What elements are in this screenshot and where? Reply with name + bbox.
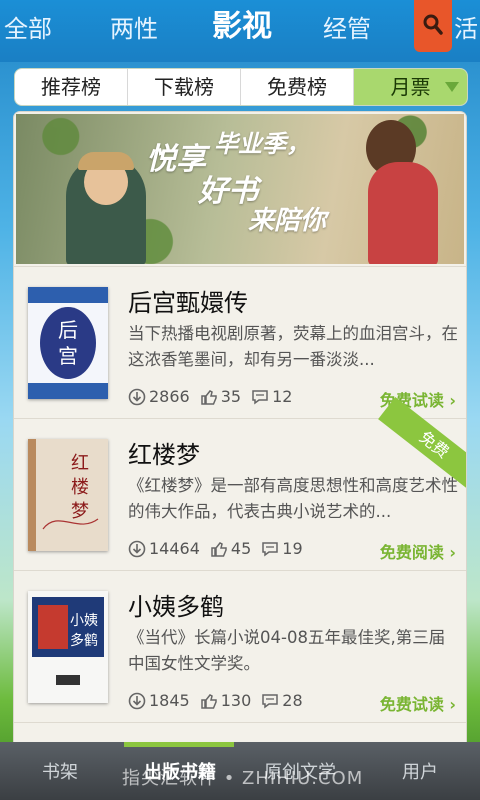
likes-count: 35 bbox=[220, 387, 242, 406]
book-cover-1: 后 宫 bbox=[28, 287, 108, 399]
download-icon bbox=[128, 692, 146, 709]
likes-count: 45 bbox=[230, 539, 252, 558]
watermark-text: 指尖汇软件 • ZHIHIU.COM bbox=[122, 768, 364, 789]
thumbs-up-icon bbox=[200, 693, 217, 709]
tab-business[interactable]: 经管 bbox=[323, 12, 371, 46]
banner-text-4: 来陪你 bbox=[248, 206, 327, 236]
book-item-2[interactable]: 红 楼 梦 免费 红楼梦 《红楼梦》是一部有高度思想性和高度艺术性的伟大作品，代… bbox=[14, 397, 466, 571]
banner-boy-hat bbox=[78, 152, 134, 170]
active-tab-indicator bbox=[124, 742, 234, 747]
svg-text:后: 后 bbox=[58, 318, 78, 342]
downloads-stat: 1845 bbox=[128, 691, 190, 710]
banner-text-1: 悦享 bbox=[146, 142, 206, 177]
comment-icon bbox=[252, 389, 268, 404]
book-title-3: 小姨多鹤 bbox=[128, 593, 224, 621]
comment-icon bbox=[262, 693, 279, 708]
search-button[interactable] bbox=[414, 0, 452, 52]
segment-monthly-ticket-label: 月票 bbox=[390, 75, 431, 99]
tab-bookshelf[interactable]: 书架 bbox=[42, 758, 78, 784]
book-title-1: 后宫甄嬛传 bbox=[128, 289, 248, 317]
dropdown-arrow-icon[interactable] bbox=[445, 82, 459, 92]
likes-stat: 35 bbox=[200, 387, 241, 406]
comments-stat: 28 bbox=[261, 691, 303, 710]
banner-text-2: 毕业季， bbox=[214, 130, 310, 158]
svg-text:小姨: 小姨 bbox=[70, 613, 98, 629]
thumbs-up-icon bbox=[200, 389, 217, 405]
likes-stat: 130 bbox=[200, 691, 252, 710]
likes-stat: 45 bbox=[210, 539, 251, 558]
downloads-count: 14464 bbox=[149, 539, 200, 558]
top-category-nav: 全部 两性 影视 经管 活 bbox=[0, 0, 480, 62]
svg-text:楼: 楼 bbox=[71, 477, 89, 498]
free-read-button[interactable]: 免费阅读 › bbox=[380, 539, 456, 563]
downloads-count: 2866 bbox=[149, 387, 190, 406]
comments-stat: 19 bbox=[261, 539, 303, 558]
book-stats-2: 14464 45 19 bbox=[128, 539, 313, 558]
free-trial-button[interactable]: 免费试读 › bbox=[380, 691, 456, 715]
tab-user[interactable]: 用户 bbox=[402, 758, 438, 784]
book-stats-3: 1845 130 28 bbox=[128, 691, 313, 710]
download-icon bbox=[128, 540, 146, 557]
download-icon bbox=[128, 388, 146, 405]
book-item-3[interactable]: 小姨 多鹤 小姨多鹤 《当代》长篇小说04-08五年最佳奖,第三届中国女性文学奖… bbox=[14, 570, 466, 723]
downloads-count: 1845 bbox=[149, 691, 190, 710]
promo-banner[interactable]: 悦享 毕业季， 好书 来陪你 bbox=[16, 114, 464, 264]
comments-stat: 12 bbox=[251, 387, 292, 406]
ranking-segmented-control: 推荐榜 下载榜 免费榜 月票 bbox=[14, 68, 468, 106]
content-card: 悦享 毕业季， 好书 来陪你 后 宫 后宫甄嬛传 当下热播电视剧原著，荧幕上的血… bbox=[14, 112, 466, 752]
segment-free[interactable]: 免费榜 bbox=[241, 69, 354, 105]
book-stats-1: 2866 35 12 bbox=[128, 387, 302, 406]
book-cover-2: 红 楼 梦 bbox=[28, 439, 108, 551]
tab-gender[interactable]: 两性 bbox=[110, 12, 158, 46]
tab-life-partial[interactable]: 活 bbox=[454, 12, 478, 46]
book-title-2: 红楼梦 bbox=[128, 441, 200, 469]
comment-icon bbox=[262, 541, 279, 556]
downloads-stat: 14464 bbox=[128, 539, 200, 558]
book-cover-3: 小姨 多鹤 bbox=[28, 591, 108, 703]
banner-girl-figure bbox=[368, 162, 438, 264]
book-desc-2: 《红楼梦》是一部有高度思想性和高度艺术性的伟大作品，代表古典小说艺术的... bbox=[128, 476, 458, 521]
svg-text:多鹤: 多鹤 bbox=[70, 632, 98, 649]
comments-count: 28 bbox=[282, 691, 303, 710]
tab-all[interactable]: 全部 bbox=[4, 12, 52, 46]
downloads-stat: 2866 bbox=[128, 387, 190, 406]
comments-count: 19 bbox=[282, 539, 303, 558]
svg-text:宫: 宫 bbox=[58, 344, 78, 368]
thumbs-up-icon bbox=[211, 541, 227, 557]
search-icon bbox=[423, 14, 443, 35]
book-desc-1: 当下热播电视剧原著，荧幕上的血泪宫斗，在这浓香笔墨间，却有另一番淡淡... bbox=[128, 324, 458, 369]
tab-film[interactable]: 影视 bbox=[212, 10, 272, 44]
comments-count: 12 bbox=[272, 387, 293, 406]
segment-download[interactable]: 下载榜 bbox=[128, 69, 241, 105]
segment-recommend[interactable]: 推荐榜 bbox=[15, 69, 128, 105]
likes-count: 130 bbox=[220, 691, 252, 710]
svg-text:红: 红 bbox=[71, 453, 89, 474]
book-item-1[interactable]: 后 宫 后宫甄嬛传 当下热播电视剧原著，荧幕上的血泪宫斗，在这浓香笔墨间，却有另… bbox=[14, 266, 466, 419]
book-desc-3: 《当代》长篇小说04-08五年最佳奖,第三届中国女性文学奖。 bbox=[128, 628, 446, 673]
svg-text:梦: 梦 bbox=[71, 501, 89, 522]
